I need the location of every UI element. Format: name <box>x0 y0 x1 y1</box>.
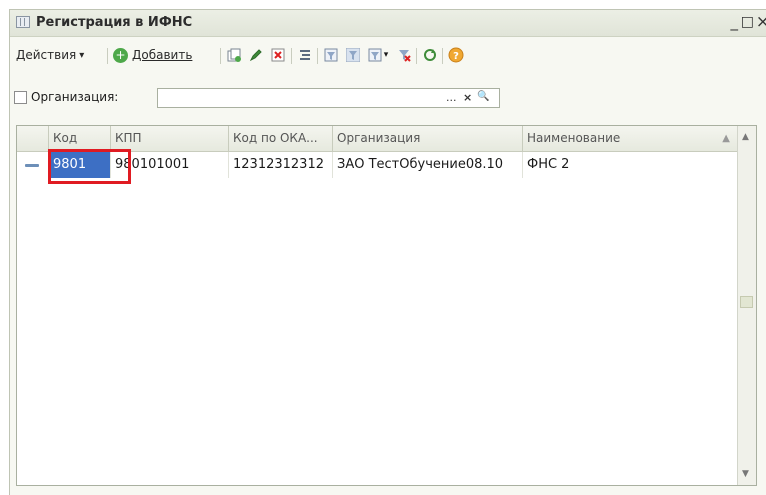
cell-name[interactable]: ФНС 2 <box>523 152 739 178</box>
maximize-button[interactable]: □ <box>741 14 754 30</box>
highlight-frame <box>48 149 131 184</box>
filter-icon[interactable] <box>367 47 383 63</box>
hierarchy-icon[interactable] <box>297 47 313 63</box>
add-label: Добавить <box>132 48 193 62</box>
toolbar-separator <box>291 48 292 64</box>
toolbar-separator <box>416 48 417 64</box>
filter-settings-icon[interactable] <box>323 47 339 63</box>
scroll-up-icon[interactable]: ▲ <box>742 132 749 142</box>
toolbar-separator <box>107 48 108 64</box>
close-button[interactable]: × <box>756 14 766 31</box>
title-bar: Регистрация в ИФНС _ □ × <box>10 10 766 37</box>
cell-okato[interactable]: 12312312312 <box>229 152 333 178</box>
edit-icon[interactable] <box>248 47 264 63</box>
organization-filter: Организация: ... × 🔍 <box>14 88 500 108</box>
column-header-organization[interactable]: Организация <box>333 126 523 151</box>
current-row-icon <box>25 164 39 167</box>
actions-label: Действия <box>16 48 77 62</box>
search-icon[interactable]: 🔍 <box>477 91 489 102</box>
delete-icon[interactable] <box>270 47 286 63</box>
filter-by-value-icon[interactable] <box>345 47 361 63</box>
toolbar-separator <box>442 48 443 64</box>
row-marker <box>17 152 49 178</box>
organization-filter-input[interactable]: ... × 🔍 <box>157 88 500 108</box>
clear-filter-icon[interactable] <box>396 47 412 63</box>
column-header-okato[interactable]: Код по ОКА... <box>229 126 333 151</box>
vertical-scrollbar[interactable]: ▲ ▼ <box>737 126 756 485</box>
organization-filter-label: Организация: <box>31 90 119 104</box>
row-marker-column-header <box>17 126 49 151</box>
help-icon[interactable]: ? <box>448 47 464 63</box>
minimize-button[interactable]: _ <box>731 14 739 30</box>
column-header-name-label: Наименование <box>527 131 621 145</box>
scrollbar-thumb[interactable] <box>740 296 753 308</box>
actions-menu-button[interactable]: Действия ▾ <box>16 45 84 65</box>
column-header-kpp[interactable]: КПП <box>111 126 229 151</box>
chevron-down-icon: ▾ <box>79 49 85 61</box>
refresh-icon[interactable] <box>422 47 438 63</box>
sort-asc-icon: ▲ <box>722 133 730 144</box>
column-header-code[interactable]: Код <box>49 126 111 151</box>
clear-icon[interactable]: × <box>463 91 472 104</box>
add-icon: + <box>113 47 128 63</box>
column-header-name[interactable]: Наименование ▲ <box>523 126 739 151</box>
svg-text:?: ? <box>453 51 459 62</box>
toolbar-separator <box>317 48 318 64</box>
select-button[interactable]: ... <box>446 91 457 104</box>
window-title: Регистрация в ИФНС <box>36 15 193 30</box>
scroll-down-icon[interactable]: ▼ <box>742 469 749 479</box>
list-form-icon <box>16 16 30 28</box>
copy-icon[interactable] <box>226 47 242 63</box>
add-button[interactable]: + Добавить <box>113 45 192 65</box>
organization-filter-checkbox[interactable] <box>14 91 27 104</box>
toolbar: Действия ▾ + Добавить ▾ ? <box>10 42 766 68</box>
cell-organization[interactable]: ЗАО ТестОбучение08.10 <box>333 152 523 178</box>
toolbar-separator <box>220 48 221 64</box>
chevron-down-icon[interactable]: ▾ <box>382 47 390 63</box>
